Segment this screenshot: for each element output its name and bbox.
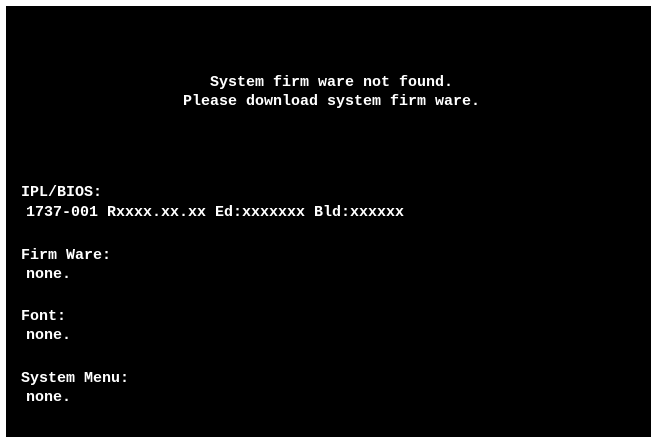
firmware-value: none. bbox=[26, 266, 72, 283]
system-menu-label: System Menu: bbox=[21, 370, 130, 387]
font-value: none. bbox=[26, 327, 72, 344]
ipl-bios-value: 1737-001 Rxxxx.xx.xx Ed:xxxxxxx Bld:xxxx… bbox=[26, 204, 405, 221]
font-label: Font: bbox=[21, 308, 67, 325]
firmware-console-screen: System firm ware not found. Please downl… bbox=[6, 6, 651, 437]
firmware-label: Firm Ware: bbox=[21, 247, 112, 264]
error-message-line-2: Please download system firm ware. bbox=[182, 93, 481, 110]
ipl-bios-label: IPL/BIOS: bbox=[21, 184, 103, 201]
system-menu-value: none. bbox=[26, 389, 72, 406]
error-message-line-1: System firm ware not found. bbox=[209, 74, 454, 91]
